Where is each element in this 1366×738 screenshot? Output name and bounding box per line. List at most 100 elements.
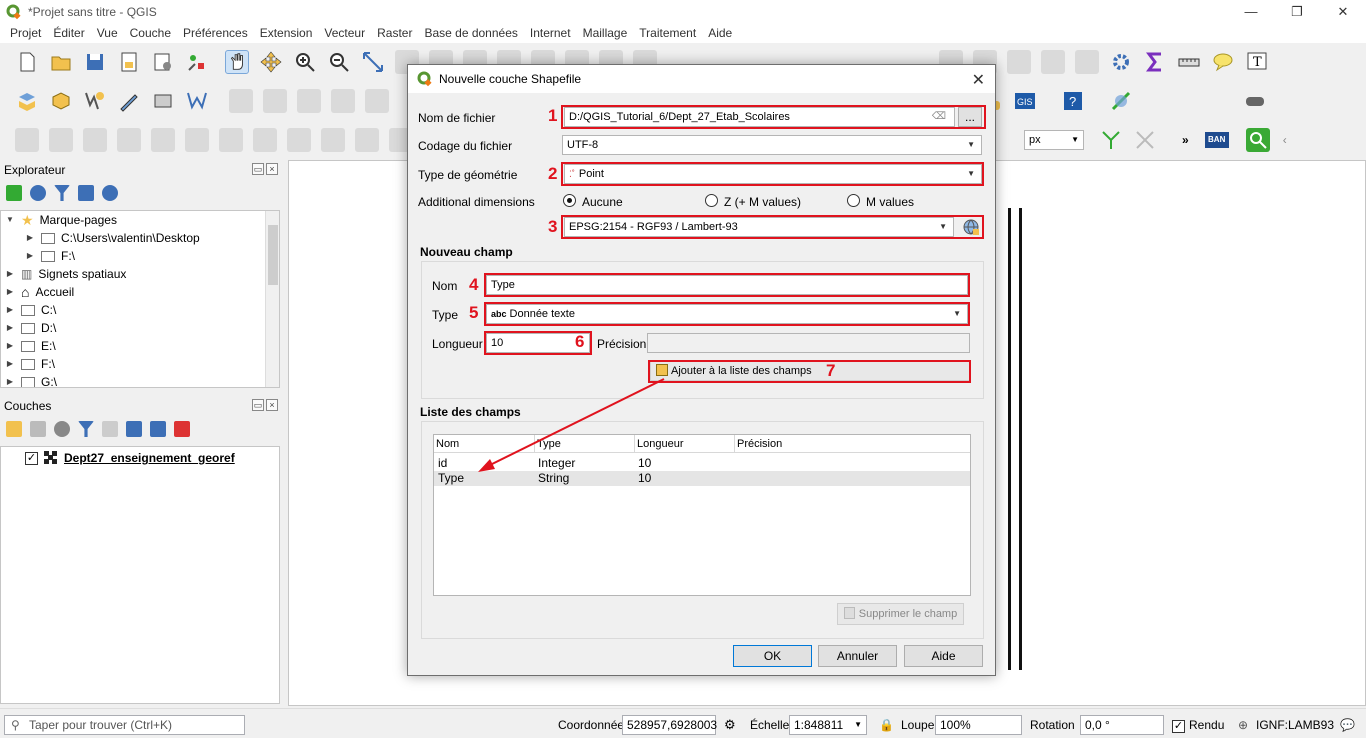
dim-none-radio[interactable] — [563, 194, 576, 207]
menu-aide[interactable]: Aide — [702, 26, 738, 40]
help-button[interactable]: Aide — [904, 645, 983, 667]
cancel-button[interactable]: Annuler — [818, 645, 897, 667]
open-project-icon[interactable] — [49, 50, 73, 74]
attribute-table-icon[interactable] — [1041, 50, 1065, 74]
add-to-field-list-button[interactable]: Ajouter à la liste des champs — [650, 361, 970, 381]
project-crs-label[interactable]: IGNF:LAMB93 — [1256, 715, 1334, 735]
digitize-line-icon[interactable] — [49, 128, 73, 152]
browse-button[interactable]: ... — [958, 107, 982, 127]
edit-pencil-icon[interactable] — [263, 89, 287, 113]
float-panel-button[interactable]: ▭ — [252, 399, 264, 411]
measure-icon[interactable] — [1177, 50, 1201, 74]
explorer-item[interactable]: ▶ E:\ — [1, 337, 279, 355]
crs-globe-icon[interactable]: ⊕ — [1238, 715, 1248, 735]
add-part-icon[interactable] — [117, 128, 141, 152]
more-chevron-icon[interactable]: » — [1182, 133, 1189, 147]
explorer-item[interactable]: ▶ F:\ — [1, 247, 279, 265]
menu-couche[interactable]: Couche — [124, 26, 177, 40]
chevron-right-icon[interactable]: ▶ — [25, 247, 35, 265]
chevron-right-icon[interactable]: ▶ — [5, 355, 15, 373]
new-geopackage-icon[interactable] — [49, 89, 73, 113]
visibility-eye-icon[interactable] — [54, 421, 70, 437]
merge-features-icon[interactable] — [355, 128, 379, 152]
chevron-right-icon[interactable]: ▶ — [5, 283, 15, 301]
georeferencer-icon[interactable] — [1109, 89, 1133, 113]
menu-internet[interactable]: Internet — [524, 26, 577, 40]
ban-plugin-button[interactable]: BAN — [1204, 132, 1229, 148]
cancel-x-icon[interactable] — [1133, 128, 1157, 152]
coordinate-field[interactable]: 528957,6928003 — [622, 715, 717, 735]
save-project-icon[interactable] — [83, 50, 107, 74]
explorer-item[interactable]: ▶ ⌂ Accueil — [1, 283, 279, 301]
new-virtual-layer-icon[interactable] — [151, 89, 175, 113]
field-type-select[interactable]: abc Donnée texte ▼ — [486, 304, 968, 324]
new-scratch-layer-icon[interactable] — [117, 89, 141, 113]
filter-icon[interactable] — [78, 421, 94, 437]
menu-vue[interactable]: Vue — [91, 26, 124, 40]
menu-raster[interactable]: Raster — [371, 26, 418, 40]
filter-icon[interactable] — [54, 185, 70, 201]
encoding-select[interactable]: UTF-8 ▼ — [562, 135, 982, 155]
zoom-in-icon[interactable] — [293, 50, 317, 74]
vertex-tool-icon[interactable] — [365, 89, 389, 113]
explorer-item[interactable]: ▶ ▥ Signets spatiaux — [1, 265, 279, 283]
remove-layer-icon[interactable] — [174, 421, 190, 437]
new-shapefile-icon[interactable] — [83, 89, 107, 113]
delete-field-button[interactable]: Supprimer le champ — [837, 603, 964, 625]
toggle-editing-icon[interactable] — [229, 89, 253, 113]
crs-select[interactable]: EPSG:2154 - RGF93 / Lambert-93 ▼ — [564, 217, 954, 237]
close-panel-button[interactable]: × — [266, 163, 278, 175]
menu-extension[interactable]: Extension — [254, 26, 319, 40]
style-manager-icon[interactable] — [185, 50, 209, 74]
explorer-item[interactable]: ▼ ★ Marque-pages — [1, 211, 279, 229]
explorer-item[interactable]: ▶ D:\ — [1, 319, 279, 337]
new-temporary-layer-icon[interactable] — [185, 89, 209, 113]
geocoder-search-icon[interactable] — [1245, 128, 1270, 152]
save-edits-icon[interactable] — [297, 89, 321, 113]
chevron-right-icon[interactable]: ▶ — [5, 319, 15, 337]
digitize-polygon-icon[interactable] — [15, 128, 39, 152]
processing-toolbox-icon[interactable] — [1109, 50, 1133, 74]
locator-search-input[interactable]: ⚲ Taper pour trouver (Ctrl+K) — [4, 715, 245, 735]
close-panel-button[interactable]: × — [266, 399, 278, 411]
statistics-sum-icon[interactable] — [1143, 50, 1167, 74]
lock-scale-icon[interactable]: 🔒 — [879, 715, 894, 735]
scale-select[interactable]: 1:848811 ▼ — [789, 715, 867, 735]
split-features-icon[interactable] — [321, 128, 345, 152]
filename-input[interactable]: D:/QGIS_Tutorial_6/Dept_27_Etab_Scolaire… — [564, 107, 955, 127]
dialog-close-button[interactable]: ✕ — [972, 70, 985, 90]
collapse-all-icon[interactable] — [150, 421, 166, 437]
menu-projet[interactable]: Projet — [4, 26, 47, 40]
delete-ring-icon[interactable] — [185, 128, 209, 152]
zoom-out-icon[interactable] — [327, 50, 351, 74]
new-print-layout-icon[interactable] — [117, 50, 141, 74]
deselect-icon[interactable] — [1007, 50, 1031, 74]
float-panel-button[interactable]: ▭ — [252, 163, 264, 175]
chevron-right-icon[interactable]: ▶ — [5, 265, 15, 283]
text-annotation-icon[interactable]: T — [1245, 50, 1269, 74]
rotation-spinbox[interactable]: 0,0 ° — [1080, 715, 1164, 735]
ok-button[interactable]: OK — [733, 645, 812, 667]
close-window-button[interactable]: ✕ — [1320, 0, 1366, 23]
pan-to-selection-icon[interactable] — [259, 50, 283, 74]
explorer-scrollbar[interactable] — [265, 211, 279, 387]
menu-base-de-donnees[interactable]: Base de données — [418, 26, 523, 40]
map-tips-icon[interactable] — [1211, 50, 1235, 74]
data-source-manager-icon[interactable] — [15, 89, 39, 113]
grass-gis-icon[interactable]: GIS — [1013, 89, 1037, 113]
add-ring-icon[interactable] — [83, 128, 107, 152]
style-panel-icon[interactable] — [6, 421, 22, 437]
add-feature-icon[interactable] — [331, 89, 355, 113]
explorer-item[interactable]: ▶ G:\ — [1, 373, 279, 387]
dim-m-radio[interactable] — [847, 194, 860, 207]
menu-preferences[interactable]: Préférences — [177, 26, 254, 40]
new-project-icon[interactable] — [15, 50, 39, 74]
reshape-icon[interactable] — [253, 128, 277, 152]
explorer-item[interactable]: ▶ F:\ — [1, 355, 279, 373]
chevron-right-icon[interactable]: ▶ — [5, 301, 15, 319]
toggle-extents-mouse-icon[interactable]: ⚙ — [724, 715, 736, 735]
minimize-button[interactable]: — — [1228, 0, 1274, 23]
zoom-spinbox[interactable]: 100% — [935, 715, 1022, 735]
menu-vecteur[interactable]: Vecteur — [318, 26, 371, 40]
expand-all-icon[interactable] — [126, 421, 142, 437]
